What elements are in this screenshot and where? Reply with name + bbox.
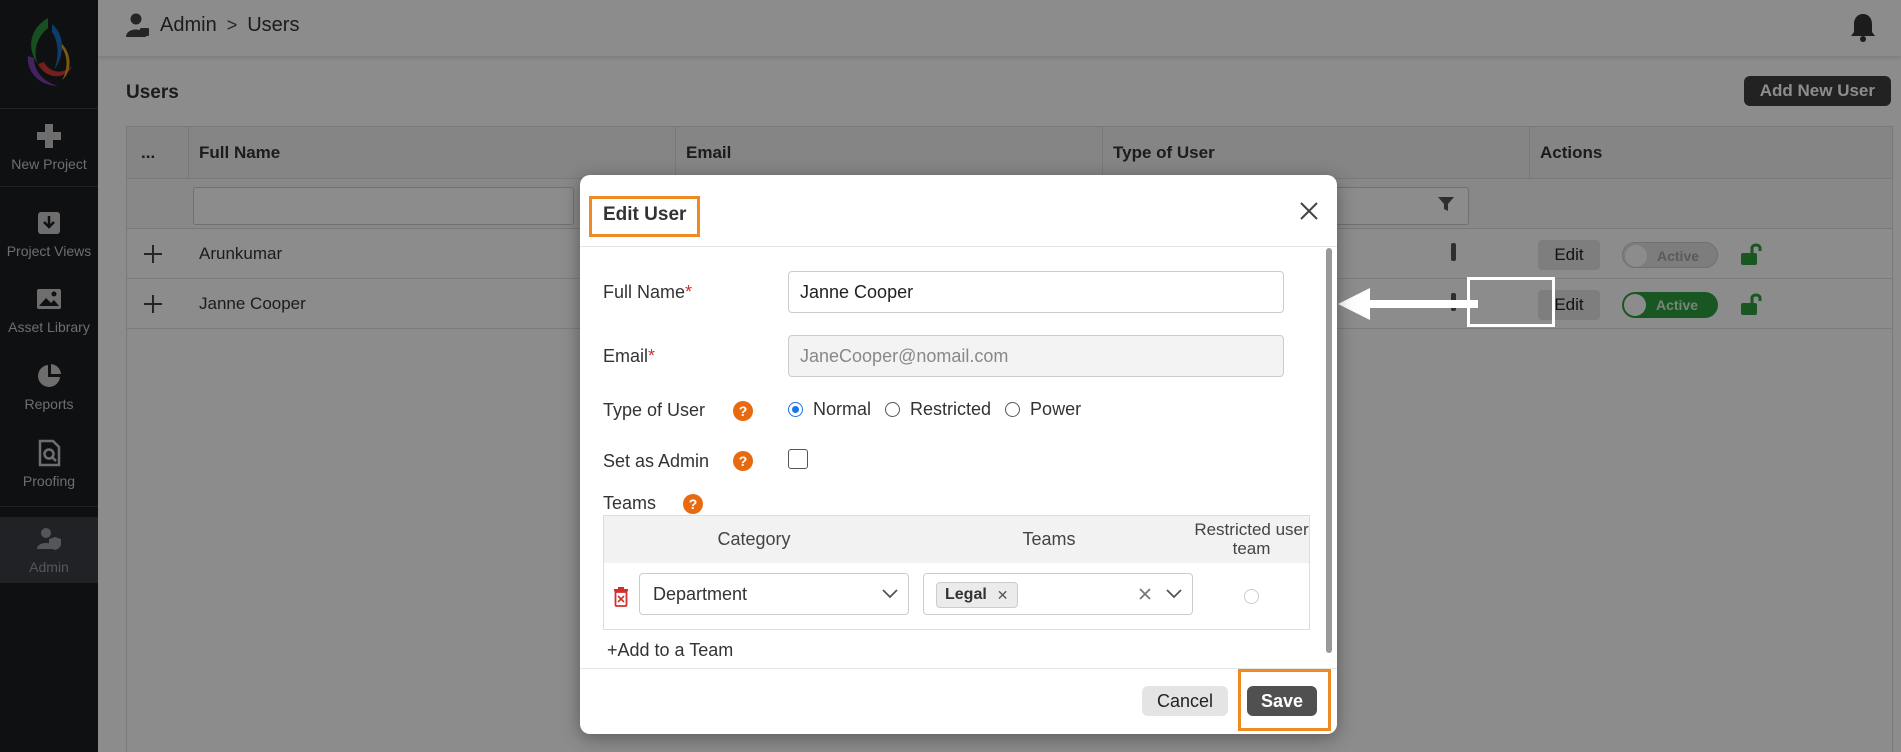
close-icon[interactable] xyxy=(1299,201,1319,221)
team-chip: Legal ✕ xyxy=(936,582,1018,608)
modal-footer: Cancel Save xyxy=(580,668,1337,734)
help-icon[interactable]: ? xyxy=(733,451,753,471)
column-category: Category xyxy=(717,529,791,549)
required-mark: * xyxy=(685,282,693,302)
category-select[interactable]: Department xyxy=(639,573,909,615)
email-label: Email* xyxy=(603,346,655,367)
radio-power-label: Power xyxy=(1030,399,1082,419)
email-input[interactable]: JaneCooper@nomail.com xyxy=(788,335,1284,377)
type-of-user-radio-group: Normal Restricted Power xyxy=(788,399,1095,420)
set-as-admin-checkbox[interactable] xyxy=(788,449,808,469)
teams-table: Category Teams Restricted user team Depa… xyxy=(603,515,1310,630)
teams-select[interactable]: Legal ✕ xyxy=(923,573,1193,615)
chevron-down-icon xyxy=(1166,589,1182,599)
radio-power[interactable] xyxy=(1005,402,1021,417)
email-label-text: Email xyxy=(603,346,649,366)
column-restricted-user-team: Restricted user team xyxy=(1194,520,1309,558)
restricted-team-radio[interactable] xyxy=(1244,589,1259,604)
full-name-input[interactable]: Janne Cooper xyxy=(788,271,1284,313)
chip-remove-icon[interactable]: ✕ xyxy=(997,583,1009,607)
help-icon[interactable]: ? xyxy=(733,401,753,421)
radio-normal[interactable] xyxy=(788,402,803,417)
column-teams: Teams xyxy=(1022,529,1076,549)
type-of-user-label: Type of User xyxy=(603,400,706,420)
team-chip-label: Legal xyxy=(945,586,987,603)
chevron-down-icon xyxy=(882,589,898,599)
full-name-label: Full Name* xyxy=(603,282,692,303)
modal-scrollbar[interactable] xyxy=(1326,248,1332,653)
title-highlight-box xyxy=(589,196,700,237)
category-select-value: Department xyxy=(653,584,748,604)
trash-icon[interactable] xyxy=(613,587,629,607)
arrow-left-icon xyxy=(1338,288,1478,320)
teams-table-header: Category Teams Restricted user team xyxy=(604,516,1309,563)
radio-restricted-label: Restricted xyxy=(910,399,992,419)
required-mark: * xyxy=(648,346,656,366)
full-name-label-text: Full Name xyxy=(603,282,686,302)
radio-restricted[interactable] xyxy=(885,402,901,417)
radio-normal-label: Normal xyxy=(813,399,872,419)
cancel-button[interactable]: Cancel xyxy=(1142,686,1228,716)
set-as-admin-label: Set as Admin xyxy=(603,451,710,471)
edit-highlight-box xyxy=(1467,277,1555,327)
edit-user-modal: Edit User Full Name* Janne Cooper Email*… xyxy=(580,175,1337,734)
add-to-team-link[interactable]: +Add to a Team xyxy=(607,640,733,661)
team-row: Department Legal ✕ xyxy=(604,563,1309,629)
teams-label: Teams xyxy=(603,493,657,513)
save-highlight-box xyxy=(1238,669,1331,731)
modal-body: Full Name* Janne Cooper Email* JaneCoope… xyxy=(580,248,1320,668)
clear-icon[interactable] xyxy=(1138,587,1152,601)
help-icon[interactable]: ? xyxy=(683,494,703,514)
